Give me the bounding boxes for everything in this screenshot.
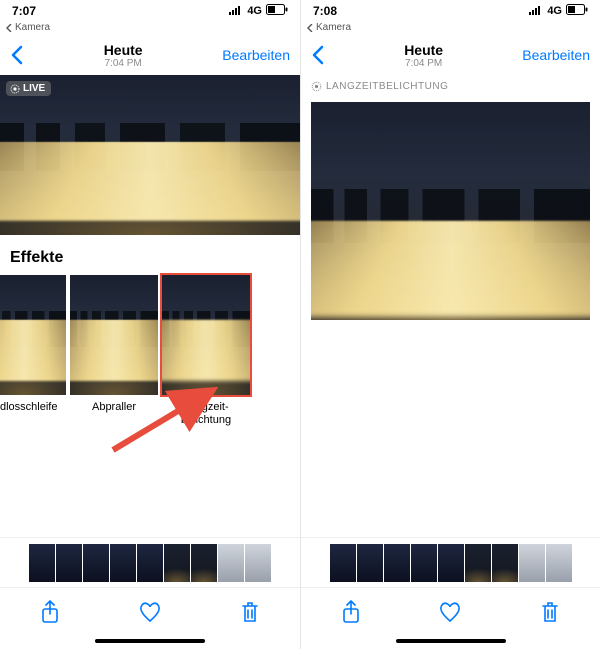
mode-badge: LANGZEITBELICHTUNG xyxy=(301,75,600,98)
mode-label: LANGZEITBELICHTUNG xyxy=(326,81,448,92)
breadcrumb-label: Kamera xyxy=(15,22,50,33)
effects-title: Effekte xyxy=(8,245,300,275)
thumbnail-strip[interactable] xyxy=(0,537,300,587)
thumb[interactable] xyxy=(218,544,244,582)
title-sub: 7:04 PM xyxy=(325,58,522,69)
thumb[interactable] xyxy=(438,544,464,582)
nav-bar: Heute 7:04 PM Bearbeiten xyxy=(0,35,300,75)
thumb[interactable] xyxy=(56,544,82,582)
effect-item-long-exposure[interactable]: Langzeit- belichtung xyxy=(162,275,250,427)
title-main: Heute xyxy=(325,42,522,58)
delete-button[interactable] xyxy=(228,590,272,634)
thumb[interactable] xyxy=(110,544,136,582)
long-exposure-icon xyxy=(311,81,322,92)
thumb[interactable] xyxy=(83,544,109,582)
signal-icon xyxy=(529,5,543,18)
thumb[interactable] xyxy=(330,544,356,582)
thumb[interactable] xyxy=(357,544,383,582)
thumb[interactable] xyxy=(492,544,518,582)
thumbnail-strip[interactable] xyxy=(301,537,600,587)
edit-button[interactable]: Bearbeiten xyxy=(522,47,590,63)
network-label: 4G xyxy=(547,5,562,17)
nav-bar: Heute 7:04 PM Bearbeiten xyxy=(301,35,600,75)
thumb-selected[interactable] xyxy=(465,544,491,582)
title-main: Heute xyxy=(24,42,222,58)
favorite-button[interactable] xyxy=(428,590,472,634)
photo-preview[interactable] xyxy=(311,102,590,320)
delete-button[interactable] xyxy=(528,590,572,634)
effect-label: Abpraller xyxy=(92,395,136,414)
bottom-toolbar xyxy=(301,587,600,635)
effect-thumb xyxy=(162,275,250,395)
effect-thumb xyxy=(70,275,158,395)
nav-title: Heute 7:04 PM xyxy=(24,42,222,69)
battery-icon xyxy=(266,4,288,18)
status-time: 7:08 xyxy=(313,4,337,18)
thumb[interactable] xyxy=(384,544,410,582)
effect-thumb xyxy=(0,275,66,395)
thumb-selected[interactable] xyxy=(164,544,190,582)
edit-button[interactable]: Bearbeiten xyxy=(222,47,290,63)
back-button[interactable] xyxy=(10,45,24,65)
effect-label: Endlosschleife xyxy=(0,395,57,414)
status-time: 7:07 xyxy=(12,4,36,18)
phone-left: 7:07 4G Kamera Heute 7:04 PM Bearbeiten … xyxy=(0,0,300,649)
photo-container: LANGZEITBELICHTUNG xyxy=(301,75,600,537)
live-label: LIVE xyxy=(23,83,45,94)
thumb[interactable] xyxy=(546,544,572,582)
title-sub: 7:04 PM xyxy=(24,58,222,69)
back-button[interactable] xyxy=(311,45,325,65)
thumb[interactable] xyxy=(519,544,545,582)
breadcrumb-label: Kamera xyxy=(316,22,351,33)
effect-item-bounce[interactable]: Abpraller xyxy=(70,275,158,427)
thumb[interactable] xyxy=(29,544,55,582)
phone-right: 7:08 4G Kamera Heute 7:04 PM Bearbeiten … xyxy=(300,0,600,649)
favorite-button[interactable] xyxy=(128,590,172,634)
thumb[interactable] xyxy=(137,544,163,582)
effect-item-loop[interactable]: Endlosschleife xyxy=(0,275,66,427)
back-to-app[interactable]: Kamera xyxy=(301,22,600,35)
status-right: 4G xyxy=(529,4,588,18)
thumb[interactable] xyxy=(191,544,217,582)
signal-icon xyxy=(229,5,243,18)
network-label: 4G xyxy=(247,5,262,17)
home-indicator[interactable] xyxy=(301,635,600,649)
live-icon xyxy=(10,84,20,94)
nav-title: Heute 7:04 PM xyxy=(325,42,522,69)
bottom-toolbar xyxy=(0,587,300,635)
thumb[interactable] xyxy=(411,544,437,582)
back-to-app[interactable]: Kamera xyxy=(0,22,300,35)
thumb[interactable] xyxy=(245,544,271,582)
whitespace xyxy=(0,433,300,537)
photo-preview[interactable]: LIVE xyxy=(0,75,300,235)
battery-icon xyxy=(566,4,588,18)
share-button[interactable] xyxy=(28,590,72,634)
effects-section: Effekte Endlosschleife Abpraller Langzei… xyxy=(0,235,300,433)
share-button[interactable] xyxy=(329,590,373,634)
status-bar: 7:08 4G xyxy=(301,0,600,22)
effects-row[interactable]: Endlosschleife Abpraller Langzeit- belic… xyxy=(8,275,300,427)
home-indicator[interactable] xyxy=(0,635,300,649)
status-right: 4G xyxy=(229,4,288,18)
effect-label: Langzeit- belichtung xyxy=(181,395,231,427)
status-bar: 7:07 4G xyxy=(0,0,300,22)
live-badge: LIVE xyxy=(6,81,51,96)
